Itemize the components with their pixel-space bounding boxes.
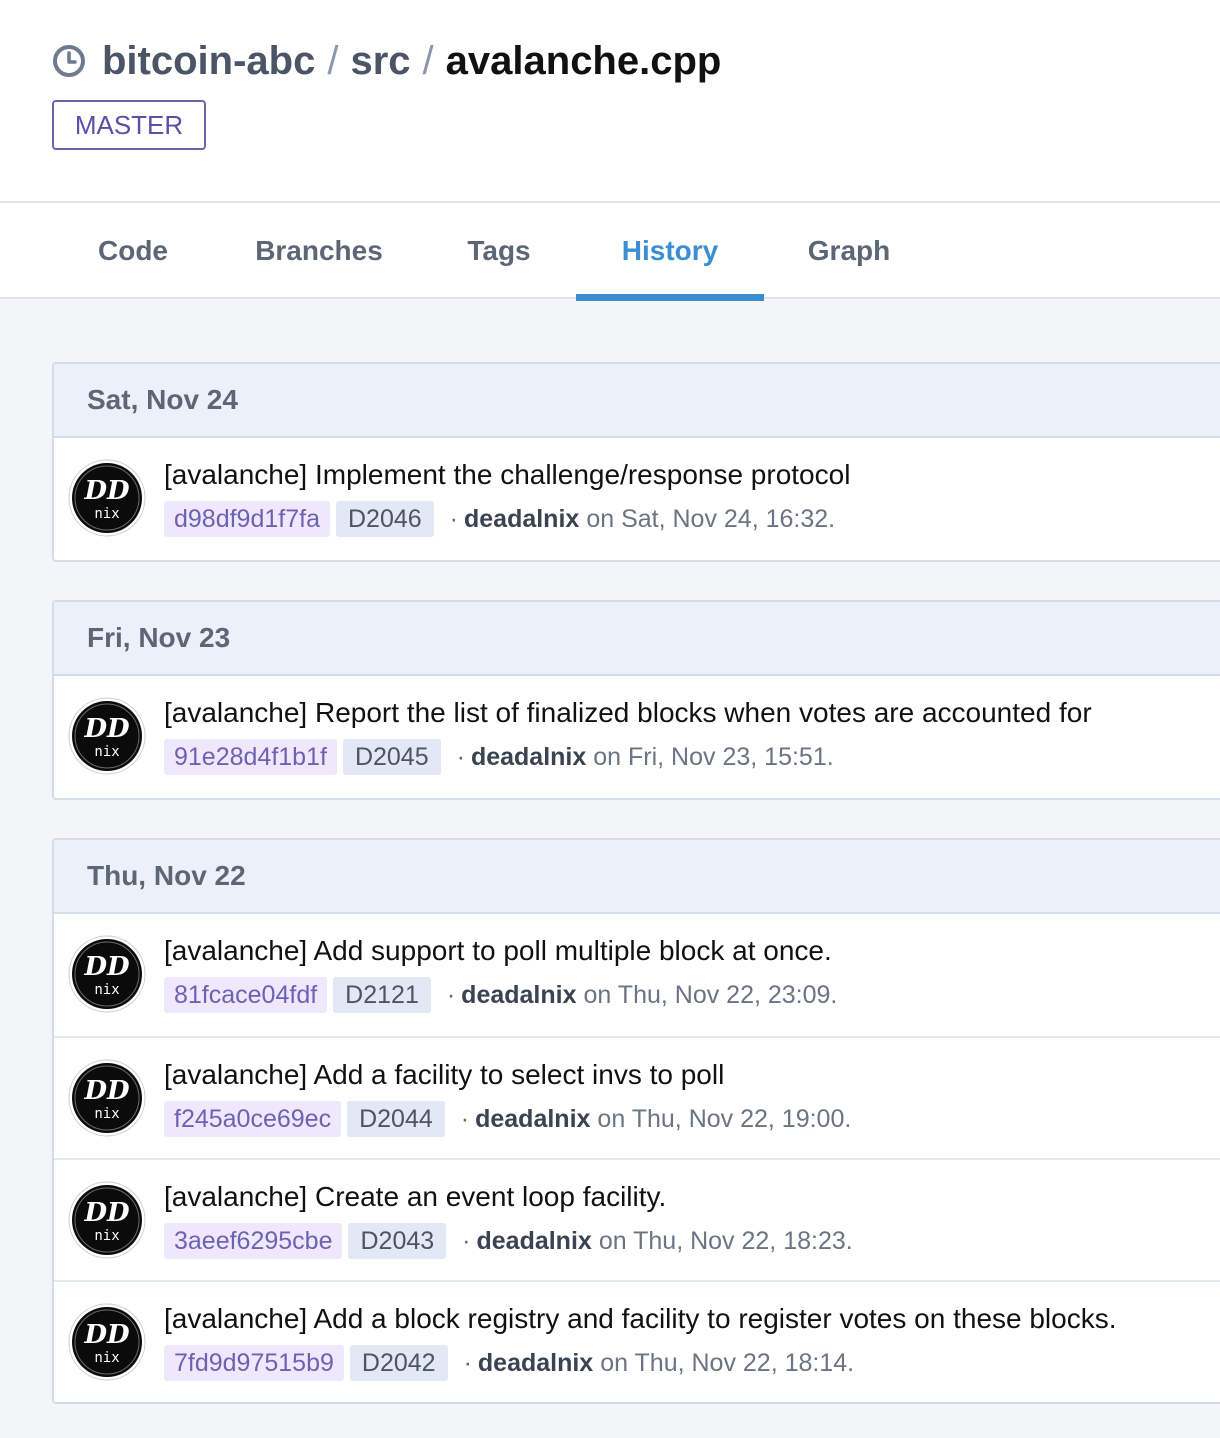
- page-header: bitcoin-abc / src / avalanche.cpp MASTER: [0, 0, 1220, 201]
- commit-date: on Fri, Nov 23, 15:51.: [593, 742, 834, 771]
- date-heading: Sat, Nov 24: [54, 364, 1220, 438]
- commit-author[interactable]: deadalnix: [476, 1227, 591, 1256]
- commit-hash[interactable]: d98df9d1f7fa: [164, 501, 330, 537]
- tab-graph[interactable]: Graph: [798, 203, 900, 299]
- commit-row: DD nix [avalanche] Create an event loop …: [54, 1158, 1220, 1280]
- commit-meta: f245a0ce69ec D2044 · deadalnix on Thu, N…: [164, 1101, 851, 1137]
- svg-text:nix: nix: [94, 982, 119, 998]
- meta-separator: ·: [456, 742, 465, 771]
- commit-title[interactable]: [avalanche] Add a facility to select inv…: [164, 1058, 724, 1092]
- breadcrumb-separator: /: [422, 38, 434, 83]
- commit-meta: 7fd9d97515b9 D2042 · deadalnix on Thu, N…: [164, 1345, 854, 1381]
- breadcrumb-dir[interactable]: src: [350, 39, 410, 84]
- date-group: Sat, Nov 24 DD nix [avalanche] Implement…: [52, 362, 1220, 562]
- commit-row: DD nix [avalanche] Add a facility to sel…: [54, 1036, 1220, 1158]
- svg-text:DD: DD: [83, 476, 130, 506]
- commit-title[interactable]: [avalanche] Add support to poll multiple…: [164, 934, 832, 968]
- avatar[interactable]: DD nix: [68, 697, 146, 775]
- meta-separator: ·: [462, 1226, 471, 1255]
- avatar[interactable]: DD nix: [68, 935, 146, 1013]
- commit-row: DD nix [avalanche] Report the list of fi…: [54, 676, 1220, 798]
- breadcrumb-repo[interactable]: bitcoin-abc: [102, 39, 315, 84]
- svg-text:DD: DD: [83, 1198, 130, 1228]
- commit-row: DD nix [avalanche] Add a block registry …: [54, 1280, 1220, 1402]
- commit-date: on Thu, Nov 22, 23:09.: [583, 980, 838, 1009]
- commit-hash[interactable]: 3aeef6295cbe: [164, 1223, 343, 1259]
- commit-meta: 91e28d4f1b1f D2045 · deadalnix on Fri, N…: [164, 739, 834, 775]
- svg-text:DD: DD: [83, 714, 130, 744]
- tab-code[interactable]: Code: [84, 203, 182, 299]
- commit-author[interactable]: deadalnix: [475, 1105, 590, 1134]
- date-heading: Fri, Nov 23: [54, 602, 1220, 676]
- tab-branches[interactable]: Branches: [246, 203, 392, 299]
- avatar[interactable]: DD nix: [68, 459, 146, 537]
- svg-text:nix: nix: [94, 1106, 119, 1122]
- tab-history[interactable]: History: [576, 203, 764, 301]
- revision-badge[interactable]: D2045: [342, 739, 441, 775]
- commit-meta: 3aeef6295cbe D2043 · deadalnix on Thu, N…: [164, 1223, 853, 1259]
- commit-title[interactable]: [avalanche] Create an event loop facilit…: [164, 1180, 666, 1214]
- date-heading: Thu, Nov 22: [54, 840, 1220, 914]
- date-group: Thu, Nov 22 DD nix [avalanche] Add suppo…: [52, 838, 1220, 1404]
- avatar[interactable]: DD nix: [68, 1181, 146, 1259]
- breadcrumb-file: avalanche.cpp: [445, 38, 722, 83]
- avatar[interactable]: DD nix: [68, 1059, 146, 1137]
- svg-text:DD: DD: [83, 1320, 130, 1350]
- revision-badge[interactable]: D2042: [349, 1345, 448, 1381]
- svg-text:nix: nix: [94, 744, 119, 760]
- branch-tag[interactable]: MASTER: [52, 100, 206, 150]
- commit-date: on Thu, Nov 22, 18:23.: [598, 1226, 853, 1255]
- svg-text:nix: nix: [94, 1350, 119, 1366]
- revision-badge[interactable]: D2044: [347, 1101, 445, 1137]
- meta-separator: ·: [463, 1348, 472, 1377]
- svg-text:nix: nix: [94, 506, 119, 522]
- svg-text:DD: DD: [83, 952, 130, 982]
- revision-badge[interactable]: D2043: [348, 1223, 447, 1259]
- commit-title[interactable]: [avalanche] Add a block registry and fac…: [164, 1302, 1117, 1336]
- svg-text:DD: DD: [83, 1076, 130, 1106]
- commit-author[interactable]: deadalnix: [464, 505, 579, 534]
- commit-hash[interactable]: 91e28d4f1b1f: [164, 739, 337, 775]
- commit-title[interactable]: [avalanche] Report the list of finalized…: [164, 696, 1092, 730]
- revision-badge[interactable]: D2046: [335, 501, 434, 537]
- breadcrumb: bitcoin-abc / src / avalanche.cpp: [52, 36, 721, 86]
- commit-author[interactable]: deadalnix: [471, 743, 586, 772]
- commit-date: on Sat, Nov 24, 16:32.: [586, 504, 836, 533]
- commit-row: DD nix [avalanche] Add support to poll m…: [54, 914, 1220, 1036]
- meta-separator: ·: [446, 980, 456, 1009]
- svg-text:nix: nix: [94, 1228, 119, 1244]
- commit-hash[interactable]: f245a0ce69ec: [164, 1101, 342, 1137]
- commit-meta: 81fcace04fdf D2121 · deadalnix on Thu, N…: [164, 977, 837, 1013]
- tab-bar: Code Branches Tags History Graph: [0, 201, 1220, 301]
- clock-icon: [53, 45, 85, 77]
- breadcrumb-separator: /: [327, 38, 339, 83]
- meta-separator: ·: [460, 1104, 470, 1133]
- date-group: Fri, Nov 23 DD nix [avalanche] Report th…: [52, 600, 1220, 800]
- commit-author[interactable]: deadalnix: [478, 1349, 593, 1378]
- commit-meta: d98df9d1f7fa D2046 · deadalnix on Sat, N…: [164, 501, 835, 537]
- meta-separator: ·: [449, 504, 458, 533]
- tab-tags[interactable]: Tags: [458, 203, 540, 299]
- commit-title[interactable]: [avalanche] Implement the challenge/resp…: [164, 458, 850, 492]
- commit-hash[interactable]: 7fd9d97515b9: [164, 1345, 344, 1381]
- commit-hash[interactable]: 81fcace04fdf: [164, 977, 328, 1013]
- commit-date: on Thu, Nov 22, 18:14.: [600, 1348, 855, 1377]
- avatar[interactable]: DD nix: [68, 1303, 146, 1381]
- commit-row: DD nix [avalanche] Implement the challen…: [54, 438, 1220, 560]
- commit-author[interactable]: deadalnix: [461, 981, 576, 1010]
- revision-badge[interactable]: D2121: [333, 977, 431, 1013]
- commit-date: on Thu, Nov 22, 19:00.: [597, 1104, 852, 1133]
